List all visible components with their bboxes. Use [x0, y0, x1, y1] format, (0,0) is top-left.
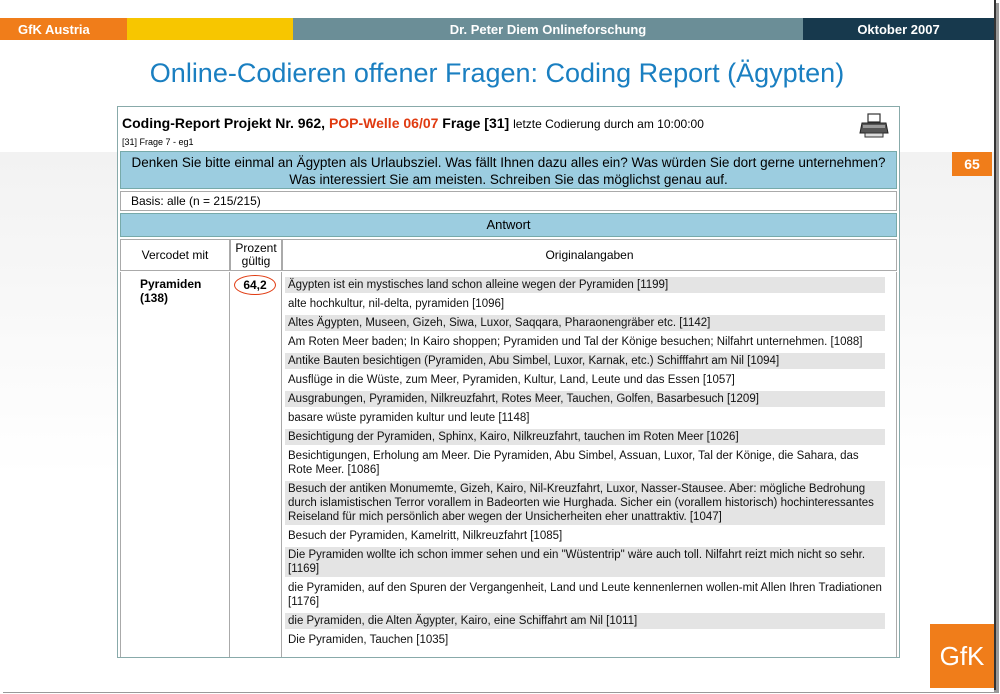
page-number: 65: [952, 152, 992, 176]
coding-report-panel: Coding-Report Projekt Nr. 962, POP-Welle…: [117, 106, 900, 658]
answer-item: alte hochkultur, nil-delta, pyramiden [1…: [288, 298, 505, 310]
printer-icon[interactable]: [859, 113, 889, 139]
answer-item: basare wüste pyramiden kultur und leute …: [288, 412, 530, 424]
report-last-coding: letzte Codierung durch am 10:00:00: [513, 117, 704, 131]
answer-item: Die Pyramiden wollte ich schon immer seh…: [285, 547, 885, 577]
author-label: Dr. Peter Diem Onlineforschung: [293, 18, 803, 40]
answer-item: Besuch der Pyramiden, Kamelritt, Nilkreu…: [288, 530, 563, 542]
code-name: Pyramiden: [140, 277, 202, 291]
answer-item: Ausflüge in die Wüste, zum Meer, Pyramid…: [288, 374, 735, 386]
question-text: Denken Sie bitte einmal an Ägypten als U…: [120, 151, 897, 189]
antwort-header: Antwort: [120, 213, 897, 237]
slide: GfK Austria Dr. Peter Diem Onlineforschu…: [0, 0, 996, 692]
report-subtitle: [31] Frage 7 - eg1: [122, 137, 194, 147]
answer-item: Ägypten ist ein mystisches land schon al…: [285, 277, 885, 293]
basis-label: Basis: alle (n = 215/215): [120, 191, 897, 211]
answers-list: Ägypten ist ein mystisches land schon al…: [285, 277, 885, 651]
slide-title: Online-Codieren offener Fragen: Coding R…: [149, 58, 845, 88]
col-header-percent: Prozent gültig: [230, 239, 282, 271]
report-question-no: Frage [31]: [438, 115, 514, 131]
answer-item: Besuch der antiken Monumemte, Gizeh, Kai…: [285, 481, 885, 525]
answer-item: Die Pyramiden, Tauchen [1035]: [288, 634, 449, 646]
answer-item: Besichtigungen, Erholung am Meer. Die Py…: [288, 450, 859, 476]
col-header-code: Vercodet mit: [120, 239, 230, 271]
col-header-percent-2: gültig: [241, 254, 271, 268]
answer-item: Am Roten Meer baden; In Kairo shoppen; P…: [288, 336, 863, 348]
report-title: Coding-Report Projekt Nr. 962, POP-Welle…: [122, 115, 704, 131]
code-cell: Pyramiden (138): [140, 277, 201, 305]
date-label: Oktober 2007: [803, 18, 994, 40]
answer-item: Altes Ägypten, Museen, Gizeh, Siwa, Luxo…: [285, 315, 885, 331]
col-header-original: Originalangaben: [282, 239, 897, 271]
company-label: GfK Austria: [0, 18, 127, 40]
col-code-body: [120, 272, 230, 657]
col-percent-body: [230, 272, 282, 657]
color-block: [127, 18, 293, 40]
report-wave: POP-Welle 06/07: [328, 115, 439, 131]
report-title-prefix: Coding-Report Projekt Nr. 962,: [122, 115, 329, 131]
gfk-logo: GfK: [930, 624, 994, 688]
answer-item: Antike Bauten besichtigen (Pyramiden, Ab…: [285, 353, 885, 369]
answer-item: Besichtigung der Pyramiden, Sphinx, Kair…: [285, 429, 885, 445]
answer-item: Ausgrabungen, Pyramiden, Nilkreuzfahrt, …: [285, 391, 885, 407]
code-count: (138): [140, 291, 169, 305]
answer-item: die Pyramiden, die Alten Ägypter, Kairo,…: [285, 613, 885, 629]
answer-item: die Pyramiden, auf den Spuren der Vergan…: [288, 582, 882, 608]
top-bar: GfK Austria Dr. Peter Diem Onlineforschu…: [0, 18, 994, 40]
percent-valid: 64,2: [234, 275, 276, 295]
